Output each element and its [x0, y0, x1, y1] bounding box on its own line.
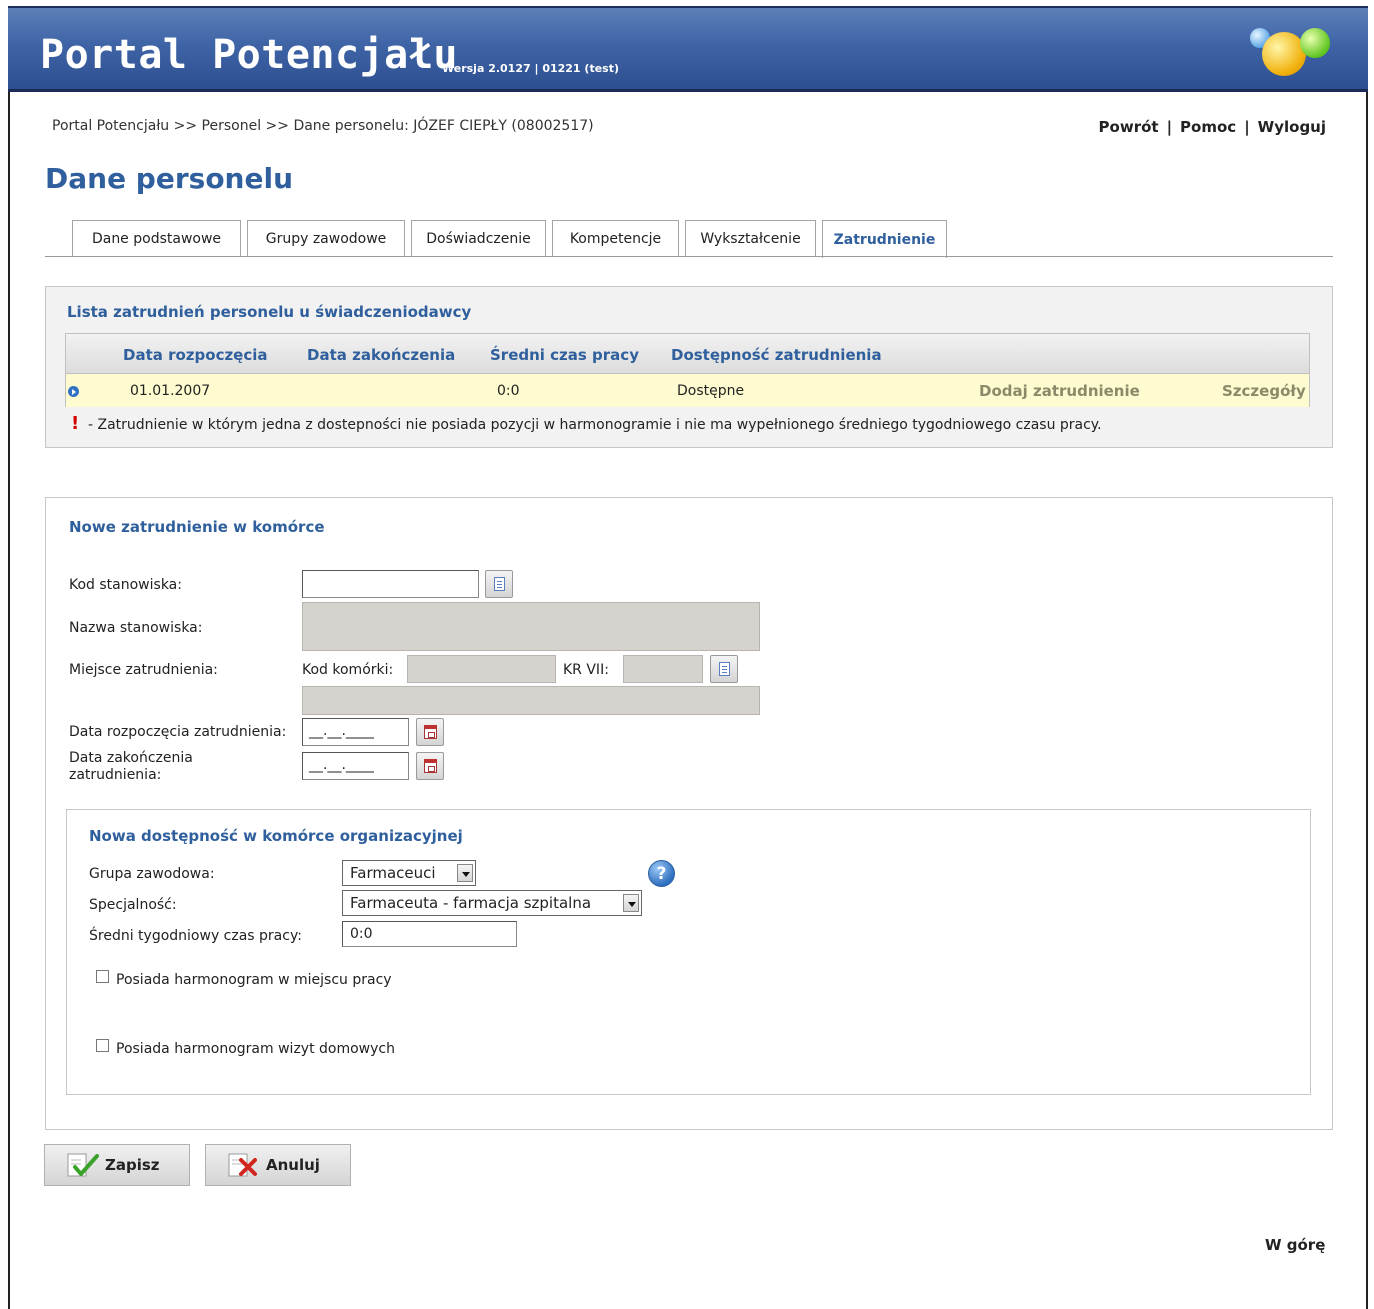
chevron-down-icon — [457, 864, 473, 882]
cell-avg-time: 0:0 — [497, 383, 520, 399]
avg-time-label: Średni tygodniowy czas pracy: — [89, 928, 302, 944]
avg-time-value: 0:0 — [350, 926, 373, 942]
logout-link[interactable]: Wyloguj — [1258, 118, 1326, 136]
x-icon — [228, 1151, 260, 1179]
workplace-label: Miejsce zatrudnienia: — [69, 662, 218, 678]
cancel-button[interactable]: Anuluj — [205, 1144, 351, 1186]
start-date-value: __.__.____ — [309, 723, 374, 739]
link-separator: | — [1244, 118, 1250, 136]
schedule-home-label: Posiada harmonogram wizyt domowych — [116, 1041, 395, 1057]
employment-list-title: Lista zatrudnień personelu u świadczenio… — [67, 303, 472, 321]
tab-zatrudnienie[interactable]: Zatrudnienie — [822, 220, 947, 258]
position-name-label: Nazwa stanowiska: — [69, 620, 203, 636]
calendar-icon — [424, 759, 437, 773]
cell-availability: Dostępne — [677, 383, 745, 399]
end-date-calendar-button[interactable] — [416, 752, 444, 780]
warning-text: - Zatrudnienie w którym jedna z dostepno… — [88, 417, 1102, 433]
details-link[interactable]: Szczegóły — [1222, 382, 1306, 400]
avg-time-input[interactable]: 0:0 — [342, 921, 517, 947]
employment-table: Data rozpoczęcia Data zakończenia Średni… — [65, 333, 1310, 407]
tab-label: Doświadczenie — [426, 231, 531, 247]
start-date-input[interactable]: __.__.____ — [302, 718, 409, 746]
list-icon — [719, 662, 730, 676]
checkmark-icon — [67, 1151, 99, 1179]
specialty-select-value: Farmaceuta - farmacja szpitalna — [350, 894, 592, 912]
page-title: Dane personelu — [45, 162, 294, 195]
end-date-value: __.__.____ — [309, 757, 374, 773]
position-code-input[interactable] — [302, 570, 479, 598]
save-label: Zapisz — [105, 1156, 160, 1174]
start-date-label: Data rozpoczęcia zatrudnienia: — [69, 724, 287, 740]
cancel-label: Anuluj — [266, 1156, 320, 1174]
list-icon — [494, 577, 505, 591]
group-label: Grupa zawodowa: — [89, 866, 215, 882]
kr-field — [623, 655, 703, 683]
column-availability[interactable]: Dostępność zatrudnienia — [671, 346, 882, 364]
unit-name-field — [302, 686, 760, 715]
back-link[interactable]: Powrót — [1099, 118, 1159, 136]
calendar-icon — [424, 725, 437, 739]
chevron-down-icon — [623, 894, 639, 912]
warning-icon: ! — [71, 413, 80, 434]
tab-label: Zatrudnienie — [833, 231, 936, 248]
tab-dane-podstawowe[interactable]: Dane podstawowe — [72, 220, 241, 257]
breadcrumb: Portal Potencjału >> Personel >> Dane pe… — [52, 118, 594, 134]
position-name-field — [302, 602, 760, 651]
new-employment-title: Nowe zatrudnienie w komórce — [69, 518, 325, 536]
start-date-calendar-button[interactable] — [416, 718, 444, 746]
top-links: Powrót | Pomoc | Wyloguj — [1099, 118, 1326, 136]
position-picker-button[interactable] — [485, 570, 513, 598]
column-start-date[interactable]: Data rozpoczęcia — [123, 346, 268, 364]
position-code-label: Kod stanowiska: — [69, 577, 182, 593]
app-title: Portal Potencjału — [40, 32, 458, 78]
end-date-input[interactable]: __.__.____ — [302, 752, 409, 780]
arrow-circle-icon — [68, 386, 79, 397]
tab-grupy-zawodowe[interactable]: Grupy zawodowe — [247, 220, 405, 257]
column-end-date[interactable]: Data zakończenia — [307, 346, 455, 364]
schedule-home-checkbox[interactable] — [96, 1039, 109, 1052]
help-link[interactable]: Pomoc — [1180, 118, 1236, 136]
cell-start-date: 01.01.2007 — [130, 383, 211, 399]
tabs-underline — [45, 256, 1333, 257]
add-employment-link[interactable]: Dodaj zatrudnienie — [979, 382, 1140, 400]
new-availability-title: Nowa dostępność w komórce organizacyjnej — [89, 827, 463, 845]
kr-label: KR VII: — [563, 662, 609, 678]
tab-doswiadczenie[interactable]: Doświadczenie — [411, 220, 546, 257]
unit-code-field — [407, 655, 556, 683]
tab-label: Wykształcenie — [700, 231, 801, 247]
specialty-select[interactable]: Farmaceuta - farmacja szpitalna — [342, 890, 642, 916]
table-row[interactable]: 01.01.2007 0:0 Dostępne Dodaj zatrudnien… — [66, 374, 1309, 407]
app-header: Portal Potencjału Wersja 2.0127 | 01221 … — [8, 6, 1368, 92]
app-version: Wersja 2.0127 | 01221 (test) — [442, 62, 619, 75]
specialty-label: Specjalność: — [89, 897, 177, 913]
column-avg-time[interactable]: Średni czas pracy — [490, 346, 639, 364]
schedule-workplace-label: Posiada harmonogram w miejscu pracy — [116, 972, 392, 988]
table-header: Data rozpoczęcia Data zakończenia Średni… — [66, 334, 1309, 374]
schedule-workplace-checkbox[interactable] — [96, 970, 109, 983]
group-select[interactable]: Farmaceuci — [342, 860, 476, 886]
tab-label: Grupy zawodowe — [265, 231, 387, 247]
tab-kompetencje[interactable]: Kompetencje — [552, 220, 679, 257]
save-button[interactable]: Zapisz — [44, 1144, 190, 1186]
tab-wyksztalcenie[interactable]: Wykształcenie — [685, 220, 816, 257]
end-date-label: Data zakończenia zatrudnienia: — [69, 750, 193, 783]
group-select-value: Farmaceuci — [350, 864, 436, 882]
back-to-top-link[interactable]: W górę — [1265, 1236, 1325, 1254]
link-separator: | — [1166, 118, 1173, 136]
tab-label: Dane podstawowe — [91, 231, 222, 247]
help-icon[interactable]: ? — [648, 860, 675, 887]
unit-code-label: Kod komórki: — [302, 662, 394, 678]
tab-label: Kompetencje — [569, 231, 662, 247]
unit-picker-button[interactable] — [710, 655, 738, 683]
